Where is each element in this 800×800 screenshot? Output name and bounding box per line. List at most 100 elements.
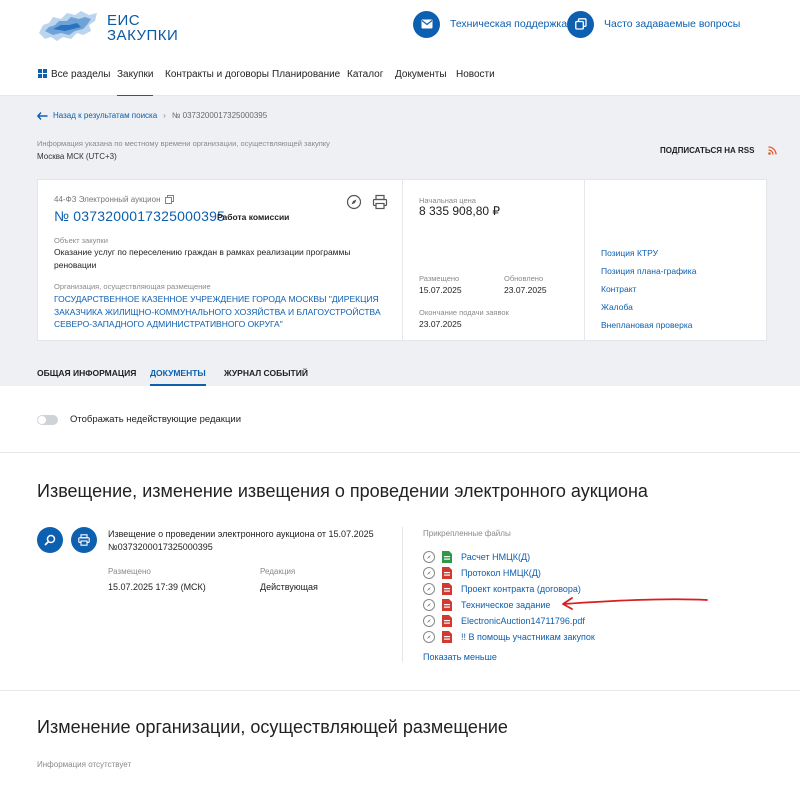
compass-icon[interactable] <box>423 583 435 595</box>
xls-file-icon <box>442 551 452 563</box>
faq-link[interactable]: Часто задаваемые вопросы <box>567 10 740 38</box>
org-link[interactable]: ГОСУДАРСТВЕННОЕ КАЗЕННОЕ УЧРЕЖДЕНИЕ ГОРО… <box>54 293 384 331</box>
updated-label: Обновлено <box>504 274 544 283</box>
nav-label: Контракты и договоры <box>165 69 269 80</box>
logo-line-1: ЕИС <box>107 12 141 29</box>
file-link[interactable]: Протокол НМЦК(Д) <box>461 568 541 578</box>
complaint-link[interactable]: Жалоба <box>601 301 696 319</box>
edition-value: Действующая <box>260 582 318 592</box>
rss-subscribe-link[interactable]: ПОДПИСАТЬСЯ НА RSS <box>660 146 778 155</box>
compass-icon[interactable] <box>423 599 435 611</box>
tab-event-log[interactable]: ЖУРНАЛ СОБЫТИЙ <box>224 368 308 378</box>
grid-icon <box>38 69 47 78</box>
file-row[interactable]: Техническое задание <box>423 598 550 612</box>
envelope-icon <box>413 10 440 38</box>
magnifier-icon <box>44 534 56 546</box>
purchase-status: Работа комиссии <box>217 212 290 222</box>
toggle-knob <box>38 416 46 424</box>
copy-icon[interactable] <box>164 195 174 204</box>
purchase-number[interactable]: № 0373200017325000395 <box>54 208 225 224</box>
timezone-value: Москва МСК (UTC+3) <box>37 152 117 161</box>
card-divider <box>584 180 585 340</box>
logo-text: ЕИС ЗАКУПКИ <box>107 13 178 43</box>
file-row[interactable]: Расчет НМЦК(Д) <box>423 550 530 564</box>
notice-posted-label: Размещено <box>108 567 151 576</box>
nav-contracts[interactable]: Контракты и договоры <box>165 69 269 80</box>
timezone-info: Информация указана по местному времени о… <box>37 139 330 148</box>
file-link[interactable]: !! В помощь участникам закупок <box>461 632 595 642</box>
file-link[interactable]: ElectronicAuction14711796.pdf <box>461 616 585 626</box>
card-divider <box>402 180 403 340</box>
notice-section-title: Извещение, изменение извещения о проведе… <box>37 481 648 501</box>
ktru-position-link[interactable]: Позиция КТРУ <box>601 247 696 265</box>
no-info-text: Информация отсутствует <box>37 760 132 769</box>
nav-label: Планирование <box>272 69 341 80</box>
nav-purchases[interactable]: Закупки <box>117 69 154 97</box>
main-nav: Все разделы Закупки Контракты и договоры… <box>0 56 800 97</box>
rss-icon <box>768 146 778 155</box>
nav-catalog[interactable]: Каталог <box>347 69 383 80</box>
toggle-label: Отображать недействующие редакции <box>70 414 242 425</box>
section-divider <box>0 452 800 453</box>
site-header: ЕИС ЗАКУПКИ Техническая поддержка Часто … <box>0 0 800 56</box>
print-icon <box>78 534 90 546</box>
eis-logo[interactable]: ЕИС ЗАКУПКИ <box>37 9 187 45</box>
compass-icon[interactable] <box>346 194 362 210</box>
law-label: 44-ФЗ Электронный аукцион <box>54 195 161 204</box>
support-link[interactable]: Техническая поддержка <box>413 10 567 38</box>
nav-label: Новости <box>456 69 495 80</box>
posted-label: Размещено <box>419 274 460 283</box>
file-row[interactable]: !! В помощь участникам закупок <box>423 630 595 644</box>
file-link-technical-spec[interactable]: Техническое задание <box>461 600 550 610</box>
file-row[interactable]: ElectronicAuction14711796.pdf <box>423 614 585 628</box>
nav-documents[interactable]: Документы <box>395 69 447 80</box>
object-value: Оказание услуг по переселению граждан в … <box>54 247 351 270</box>
breadcrumb-current: № 0373200017325000395 <box>171 111 268 120</box>
nav-label: Закупки <box>117 69 154 80</box>
copy-windows-icon <box>567 10 594 38</box>
compass-icon[interactable] <box>423 551 435 563</box>
plan-schedule-link[interactable]: Позиция плана-графика <box>601 265 696 283</box>
deadline-value: 23.07.2025 <box>419 319 462 329</box>
nav-label: Каталог <box>347 69 384 80</box>
arrow-left-icon[interactable] <box>37 111 48 120</box>
tab-general-info[interactable]: ОБЩАЯ ИНФОРМАЦИЯ <box>37 368 136 378</box>
support-label: Техническая поддержка <box>450 18 568 30</box>
view-notice-button[interactable] <box>37 527 63 553</box>
inactive-editions-toggle[interactable] <box>37 415 58 425</box>
file-link[interactable]: Проект контракта (договора) <box>461 584 581 594</box>
nav-news[interactable]: Новости <box>456 69 495 80</box>
compass-icon[interactable] <box>423 615 435 627</box>
section-divider <box>0 690 800 691</box>
print-notice-button[interactable] <box>71 527 97 553</box>
nav-all-sections[interactable]: Все разделы <box>38 69 110 80</box>
compass-icon[interactable] <box>423 631 435 643</box>
file-link[interactable]: Расчет НМЦК(Д) <box>461 552 530 562</box>
notice-doc-title[interactable]: Извещение о проведении электронного аукц… <box>108 528 398 554</box>
tab-documents[interactable]: ДОКУМЕНТЫ <box>150 368 206 386</box>
nav-planning[interactable]: Планирование <box>272 69 340 80</box>
file-row[interactable]: Проект контракта (договора) <box>423 582 581 596</box>
price-value: 8 335 908,80 ₽ <box>419 204 501 218</box>
notice-posted-value: 15.07.2025 17:39 (МСК) <box>108 582 206 592</box>
contract-link[interactable]: Контракт <box>601 283 696 301</box>
pdf-file-icon <box>442 567 452 579</box>
russia-map-logo-icon <box>39 11 97 41</box>
logo-line-2: ЗАКУПКИ <box>107 27 179 44</box>
purchase-law: 44-ФЗ Электронный аукцион <box>54 195 174 204</box>
show-less-link[interactable]: Показать меньше <box>423 652 497 662</box>
nav-label: Все разделы <box>51 69 111 80</box>
vertical-divider <box>402 527 403 662</box>
print-icon[interactable] <box>372 194 388 210</box>
unscheduled-inspection-link[interactable]: Внеплановая проверка <box>601 319 696 337</box>
purchase-card: 44-ФЗ Электронный аукцион № 037320001732… <box>37 179 767 341</box>
chevron-right-icon: › <box>163 111 166 120</box>
back-to-results-link[interactable]: Назад к результатам поиска <box>53 111 157 120</box>
pdf-file-icon <box>442 631 452 643</box>
attached-files-label: Прикрепленные файлы <box>423 529 511 538</box>
updated-value: 23.07.2025 <box>504 285 547 295</box>
file-row[interactable]: Протокол НМЦК(Д) <box>423 566 541 580</box>
compass-icon[interactable] <box>423 567 435 579</box>
faq-label: Часто задаваемые вопросы <box>604 18 741 30</box>
pdf-file-icon <box>442 615 452 627</box>
